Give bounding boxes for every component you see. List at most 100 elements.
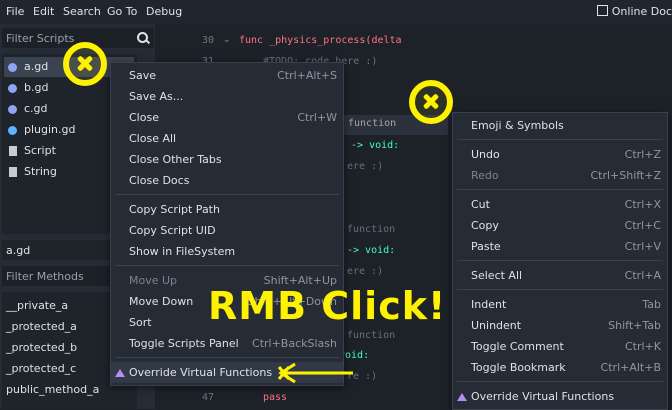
menu-separator [115, 265, 339, 266]
menu-item-paste[interactable]: Paste Ctrl+V [453, 236, 667, 257]
menu-item-label: Save As... [129, 90, 184, 103]
menu-item-shortcut: Ctrl+W [297, 111, 337, 124]
menu-item-shortcut: Ctrl+Alt+B [600, 361, 661, 374]
script-context-menu: Save Ctrl+Alt+S Save As... Close Ctrl+W Cl… [110, 62, 344, 386]
code-fragment: function [347, 224, 396, 235]
menu-separator [457, 289, 663, 290]
menu-file[interactable]: File [6, 5, 24, 18]
menu-item-close-other-tabs[interactable]: Close Other Tabs [111, 149, 343, 170]
method-item[interactable]: __private_a [6, 299, 68, 312]
menu-item-label: Close Other Tabs [129, 153, 222, 166]
online-docs-label: Online Doc [611, 5, 672, 18]
menu-item-label: Override Virtual Functions [471, 390, 615, 403]
code-tab-label: function [348, 118, 397, 129]
line-number: 30 [201, 35, 214, 46]
code-line-47: pass [263, 392, 288, 403]
menu-item-label: Save [129, 69, 157, 82]
menu-item-label: Indent [471, 298, 507, 311]
menu-item-label: Copy [471, 219, 499, 232]
code-fragment: function [347, 330, 396, 341]
menu-item-toggle-comment[interactable]: Toggle Comment Ctrl+K [453, 336, 667, 357]
menu-item-shortcut: Tab [642, 298, 661, 311]
menu-item-cut[interactable]: Cut Ctrl+X [453, 194, 667, 215]
filter-scripts-placeholder: Filter Scripts [6, 32, 75, 45]
menu-item-label: Copy Script UID [129, 224, 216, 237]
menu-item-save[interactable]: Save Ctrl+Alt+S [111, 65, 343, 86]
menu-item-label: Toggle Scripts Panel [129, 337, 239, 350]
script-item-label: plugin.gd [24, 123, 76, 136]
menu-item-toggle-bookmark[interactable]: Toggle Bookmark Ctrl+Alt+B [453, 357, 667, 378]
script-item-label: Script [24, 144, 56, 157]
editor-context-menu: Emoji & Symbols Undo Ctrl+Z Redo Ctrl+Shif… [452, 112, 668, 410]
menu-item-close-docs[interactable]: Close Docs [111, 170, 343, 191]
menu-item-copy-script-uid[interactable]: Copy Script UID [111, 220, 343, 241]
menu-item-close[interactable]: Close Ctrl+W [111, 107, 343, 128]
script-item-label: String [24, 165, 57, 178]
menu-item-undo[interactable]: Undo Ctrl+Z [453, 144, 667, 165]
menu-item-unindent[interactable]: Unindent Shift+Tab [453, 315, 667, 336]
menu-item-shortcut: Ctrl+V [624, 240, 661, 253]
menu-item-shortcut: Ctrl+Z [624, 148, 661, 161]
menu-search[interactable]: Search [63, 5, 101, 18]
menu-item-shortcut: Ctrl+X [624, 198, 661, 211]
current-file-name: a.gd [6, 244, 31, 257]
menu-item-label: Unindent [471, 319, 522, 332]
method-item[interactable]: _protected_c [6, 362, 76, 375]
menu-item-copy-script-path[interactable]: Copy Script Path [111, 199, 343, 220]
menu-item-show-in-filesystem[interactable]: Show in FileSystem [111, 241, 343, 262]
menu-item-label: Copy Script Path [129, 203, 220, 216]
doc-icon [9, 167, 17, 177]
menu-item-close-all[interactable]: Close All [111, 128, 343, 149]
menu-item-label: Cut [471, 198, 490, 211]
plugin-icon [8, 126, 17, 135]
search-icon [137, 32, 148, 43]
menu-separator [457, 189, 663, 190]
gear-icon [8, 105, 17, 114]
gear-icon [8, 63, 17, 72]
menu-item-label: Redo [471, 169, 499, 182]
menu-item-shortcut: Ctrl+C [624, 219, 661, 232]
menu-separator [457, 260, 663, 261]
menu-item-copy[interactable]: Copy Ctrl+C [453, 215, 667, 236]
menu-item-label: Close Docs [129, 174, 190, 187]
online-docs-link[interactable]: Online Doc [596, 5, 672, 18]
menu-item-save-as[interactable]: Save As... [111, 86, 343, 107]
menu-separator [457, 381, 663, 382]
menu-item-redo: Redo Ctrl+Shift+Z [453, 165, 667, 186]
menu-item-select-all[interactable]: Select All Ctrl+A [453, 265, 667, 286]
menu-goto[interactable]: Go To [107, 5, 137, 18]
menu-item-emoji-symbols[interactable]: Emoji & Symbols [453, 115, 667, 136]
menu-item-shortcut: Ctrl+K [624, 340, 661, 353]
code-fragment: ere :) [347, 266, 384, 277]
menu-item-shortcut: Ctrl+A [624, 269, 661, 282]
menu-item-toggle-scripts-panel[interactable]: Toggle Scripts Panel Ctrl+BackSlash [111, 333, 343, 354]
fold-arrow-icon[interactable]: ⌄ [223, 35, 231, 45]
menu-separator [457, 139, 663, 140]
script-item-label: b.gd [24, 81, 49, 94]
menu-item-override-virtual-functions[interactable]: Override Virtual Functions [453, 386, 667, 407]
menu-debug[interactable]: Debug [146, 5, 182, 18]
method-item[interactable]: _protected_a [6, 320, 77, 333]
menu-item-label: Close [129, 111, 159, 124]
menu-item-label: Undo [471, 148, 500, 161]
menu-item-label: Move Up [129, 274, 178, 287]
menu-item-label: Select All [471, 269, 523, 282]
menu-edit[interactable]: Edit [33, 5, 54, 18]
gear-icon [8, 84, 17, 93]
virtual-function-icon [457, 393, 467, 401]
method-item[interactable]: public_method_a [6, 383, 99, 396]
menu-item-shortcut: Ctrl+Alt+S [277, 69, 337, 82]
code-fragment: ere :) [347, 161, 384, 172]
menu-item-label: Toggle Comment [471, 340, 564, 353]
menu-item-indent[interactable]: Indent Tab [453, 294, 667, 315]
menu-item-label: Close All [129, 132, 177, 145]
menu-item-label: Toggle Bookmark [471, 361, 566, 374]
right-click-marker-icon [409, 80, 453, 124]
code-line-30: func _physics_process(delta [239, 35, 402, 46]
method-item[interactable]: _protected_b [6, 341, 77, 354]
pointer-arrow-icon [277, 362, 353, 384]
code-fragment: -> void: [347, 245, 396, 256]
external-link-icon [596, 5, 608, 16]
menu-item-label: Sort [129, 316, 152, 329]
virtual-function-icon [115, 369, 125, 377]
